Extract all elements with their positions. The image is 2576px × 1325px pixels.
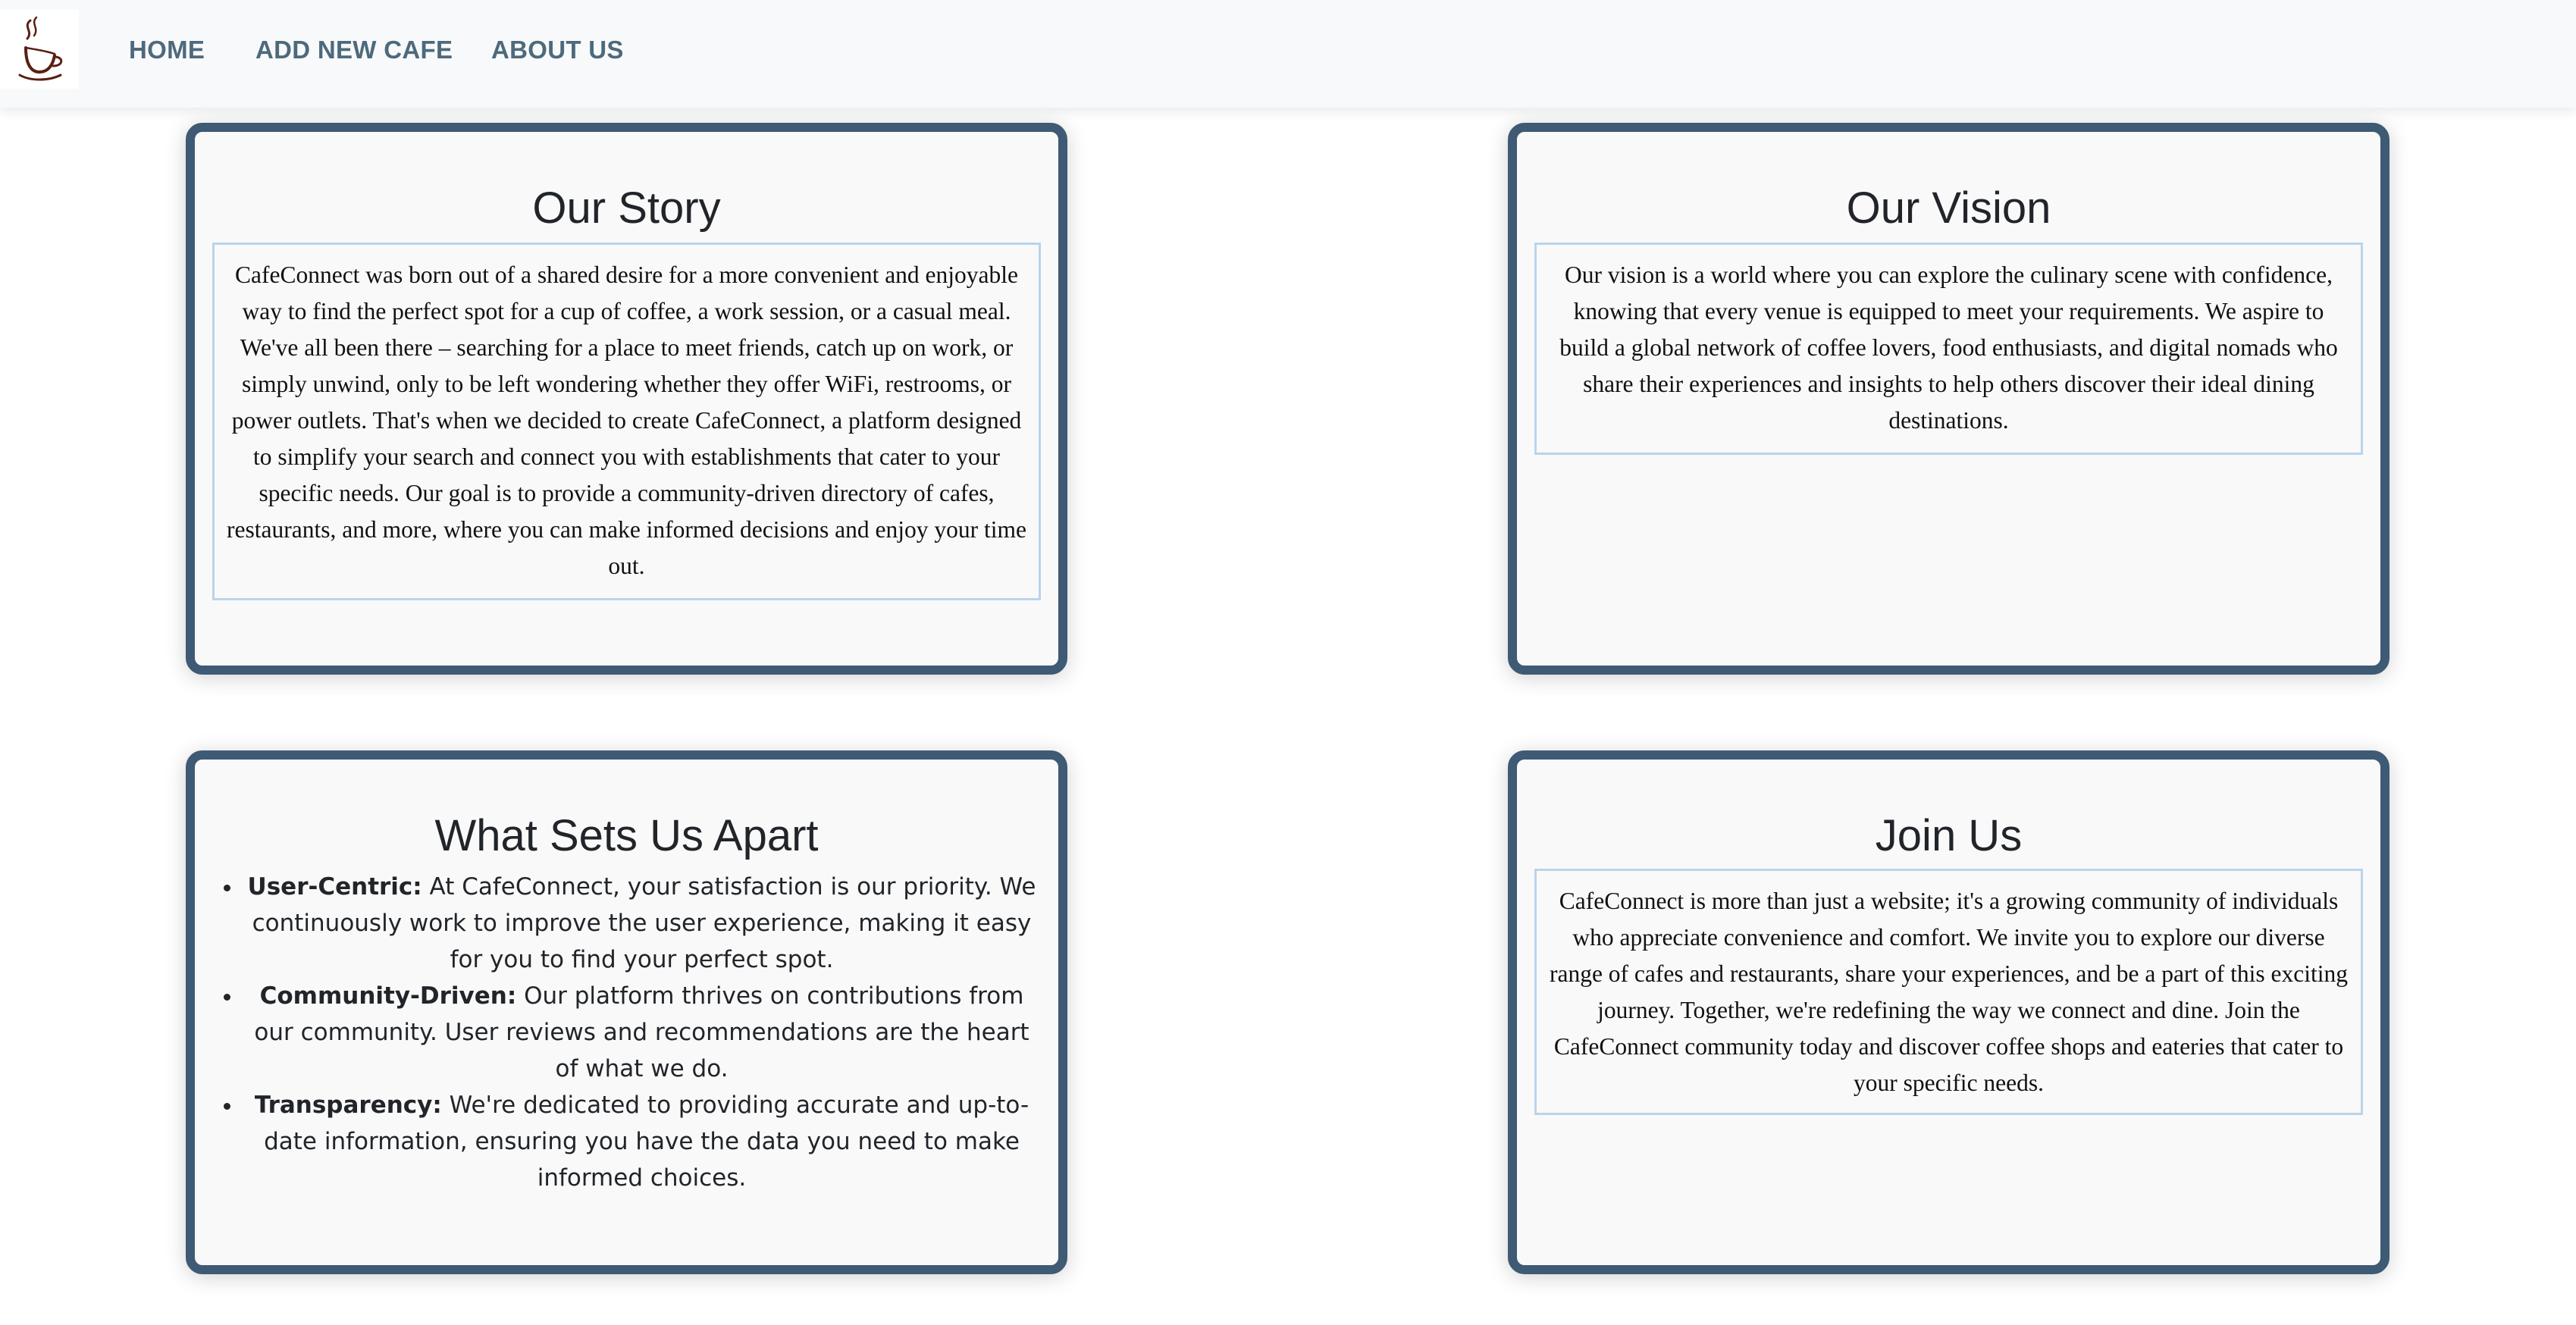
nav-link-home[interactable]: HOME <box>129 35 205 65</box>
join-us-text: CafeConnect is more than just a website;… <box>1534 869 2363 1115</box>
our-story-text: CafeConnect was born out of a shared des… <box>212 243 1041 600</box>
coffee-cup-logo-icon[interactable] <box>0 10 79 89</box>
features-list: User-Centric: At CafeConnect, your satis… <box>212 869 1041 1196</box>
nav-link-about-us[interactable]: ABOUT US <box>491 35 624 65</box>
list-item: Community-Driven: Our platform thrives o… <box>243 978 1041 1087</box>
join-us-title: Join Us <box>1875 811 2023 860</box>
navbar: HOME ADD NEW CAFE ABOUT US <box>0 0 2576 108</box>
what-sets-us-apart-card: What Sets Us Apart User-Centric: At Cafe… <box>186 750 1067 1274</box>
list-item: User-Centric: At CafeConnect, your satis… <box>243 869 1041 978</box>
our-vision-text: Our vision is a world where you can expl… <box>1534 243 2363 455</box>
our-story-title: Our Story <box>532 183 721 233</box>
list-item: Transparency: We're dedicated to providi… <box>243 1087 1041 1196</box>
what-sets-us-apart-title: What Sets Us Apart <box>434 811 819 860</box>
our-vision-card: Our Vision Our vision is a world where y… <box>1508 123 2390 675</box>
our-vision-title: Our Vision <box>1846 183 2051 233</box>
feature-label: User-Centric: <box>247 873 422 901</box>
feature-label: Community-Driven: <box>259 982 517 1010</box>
nav-link-add-new-cafe[interactable]: ADD NEW CAFE <box>255 35 453 65</box>
our-story-card: Our Story CafeConnect was born out of a … <box>186 123 1067 675</box>
feature-label: Transparency: <box>254 1092 442 1119</box>
join-us-card: Join Us CafeConnect is more than just a … <box>1508 750 2390 1274</box>
